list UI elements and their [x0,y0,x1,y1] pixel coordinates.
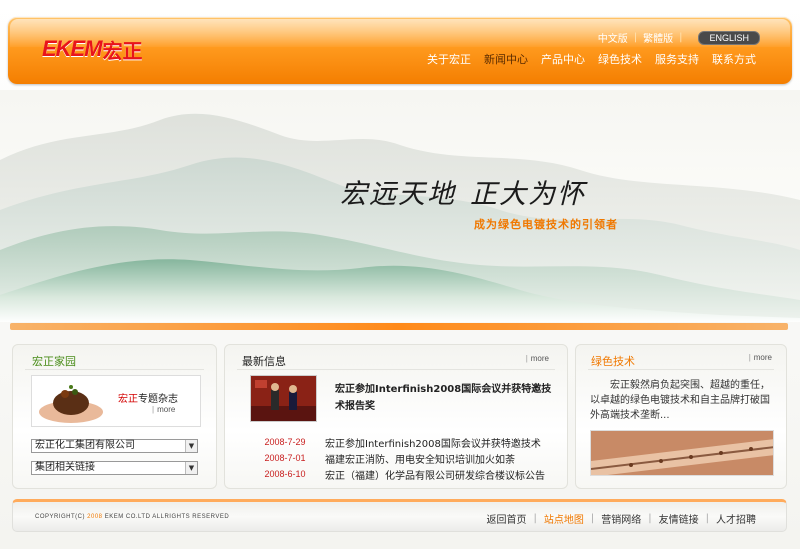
lang-chinese-link[interactable]: 中文版 [598,30,628,45]
list-item[interactable]: 2008-7-01 福建宏正消防、用电安全知识培训加火如荼 [245,450,565,466]
footer-separator: | [705,513,709,524]
company-select-value: 宏正化工集团有限公司 [35,440,135,451]
copyright-year: 2008 [87,514,103,520]
news-list: 2008-7-29 宏正参加Interfinish2008国际会议并获特邀技术 … [245,434,565,482]
lang-separator: | [679,32,683,43]
copyright-suffix: EKEM CO.LTD ALLRIGHTS RESERVED [104,514,230,520]
logo-cn: 宏正 [102,38,143,63]
plated-metal-image [591,431,773,475]
nav-item-about[interactable]: 关于宏正 [427,51,471,67]
more-label: more [530,354,549,363]
banner-subslogan: 成为绿色电镀技术的引领者 [474,218,618,231]
orange-divider [10,323,788,330]
chevron-down-icon: ▼ [185,462,197,474]
news-title-link[interactable]: 福建宏正消防、用电安全知识培训加火如荼 [325,451,515,466]
magazine-label-brand: 宏正 [118,394,138,405]
family-title: 宏正家园 [32,355,76,368]
nav-item-green-tech[interactable]: 绿色技术 [598,51,642,67]
news-panel: 最新信息 | more 宏正参加Interfinish2008国际会议并获特邀技术… [224,344,568,489]
news-headline-link[interactable]: 宏正参加Interfinish2008国际会议并获特邀技术报告奖 [335,381,555,415]
nav-item-support[interactable]: 服务支持 [655,51,699,67]
news-title: 最新信息 [242,355,286,368]
news-date: 2008-7-01 [264,453,306,463]
more-label: more [753,353,772,362]
award-ceremony-image [251,376,316,421]
footer-separator: | [533,513,537,524]
news-photo[interactable] [250,375,317,422]
list-item[interactable]: 2008-6-10 宏正（福建）化学品有限公司研发综合楼议标公告 [245,466,565,482]
language-switcher: 中文版 | 繁體版 | ENGLISH [598,30,760,45]
news-date: 2008-6-10 [264,469,306,479]
footer-separator: | [590,513,595,524]
family-panel: 宏正家园 宏正专题杂志 | more 宏正化工集团有限公司 ▼ 集团相关链接 ▼ [12,344,217,489]
header-bar: EKEM 宏正 中文版 | 繁體版 | ENGLISH 关于宏正 新闻中心 产品… [8,17,792,84]
lang-traditional-link[interactable]: 繁體版 [643,30,673,45]
green-tech-more-link[interactable]: | more [749,353,772,362]
news-date: 2008-7-29 [264,437,306,447]
related-links-select[interactable]: 集团相关链接 ▼ [31,461,198,475]
news-title-link[interactable]: 宏正参加Interfinish2008国际会议并获特邀技术 [325,435,541,450]
copyright-prefix: COPYRIGHT(C) [35,514,85,520]
related-links-select-value: 集团相关链接 [35,462,95,473]
news-title-link[interactable]: 宏正（福建）化学品有限公司研发综合楼议标公告 [325,467,545,482]
footer: COPYRIGHT(C) 2008 EKEM CO.LTD ALLRIGHTS … [12,499,787,532]
nav-item-news[interactable]: 新闻中心 [484,51,528,67]
footer-link-friend-links[interactable]: 友情链接 [659,511,699,526]
lang-separator: | [633,32,638,43]
nav-item-products[interactable]: 产品中心 [541,51,585,67]
company-select[interactable]: 宏正化工集团有限公司 ▼ [31,439,198,453]
footer-link-home[interactable]: 返回首页 [487,511,527,526]
magazine-label-rest: 专题杂志 [138,394,178,405]
news-more-link[interactable]: | more [526,354,549,363]
banner-slogan: 宏远天地 正大为怀 [340,172,586,211]
magazine-more-link[interactable]: | more [152,405,175,414]
chevron-down-icon: ▼ [185,440,197,452]
green-tech-panel: 绿色技术 | more 宏正毅然肩负起突围、超越的重任，以卓越的绿色电镀技术和自主… [575,344,787,489]
slogan-part-a: 宏远天地 [340,179,456,210]
lang-english-button[interactable]: ENGLISH [698,30,760,45]
hero-banner: 宏远天地 正大为怀 成为绿色电镀技术的引领者 [0,90,800,322]
panel-divider [237,369,555,370]
panel-divider [588,369,774,370]
green-tech-text: 宏正毅然肩负起突围、超越的重任，以卓越的绿色电镀技术和自主品牌打破国外高端技术垄… [590,380,770,421]
hands-soil-image [39,385,103,423]
logo-en: EKEM [42,36,103,61]
logo[interactable]: EKEM 宏正 [42,36,143,63]
footer-link-sales-network[interactable]: 营销网络 [601,511,641,526]
copyright-text: COPYRIGHT(C) 2008 EKEM CO.LTD ALLRIGHTS … [35,514,229,520]
magazine-banner[interactable]: 宏正专题杂志 | more [31,375,201,427]
main-nav: 关于宏正 新闻中心 产品中心 绿色技术 服务支持 联系方式 [427,51,756,67]
magazine-label: 宏正专题杂志 [118,390,178,405]
footer-separator: | [648,513,652,524]
slogan-part-b: 正大为怀 [470,179,586,210]
nav-item-contact[interactable]: 联系方式 [712,51,756,67]
footer-link-sitemap[interactable]: 站点地图 [544,511,584,526]
footer-link-careers[interactable]: 人才招聘 [716,511,756,526]
more-label: more [157,405,176,414]
footer-links: 返回首页 | 站点地图 | 营销网络 | 友情链接 | 人才招聘 [487,511,757,526]
green-tech-title: 绿色技术 [591,355,635,368]
green-tech-photo[interactable] [590,430,774,476]
list-item[interactable]: 2008-7-29 宏正参加Interfinish2008国际会议并获特邀技术 [245,434,565,450]
panel-divider [25,369,204,370]
